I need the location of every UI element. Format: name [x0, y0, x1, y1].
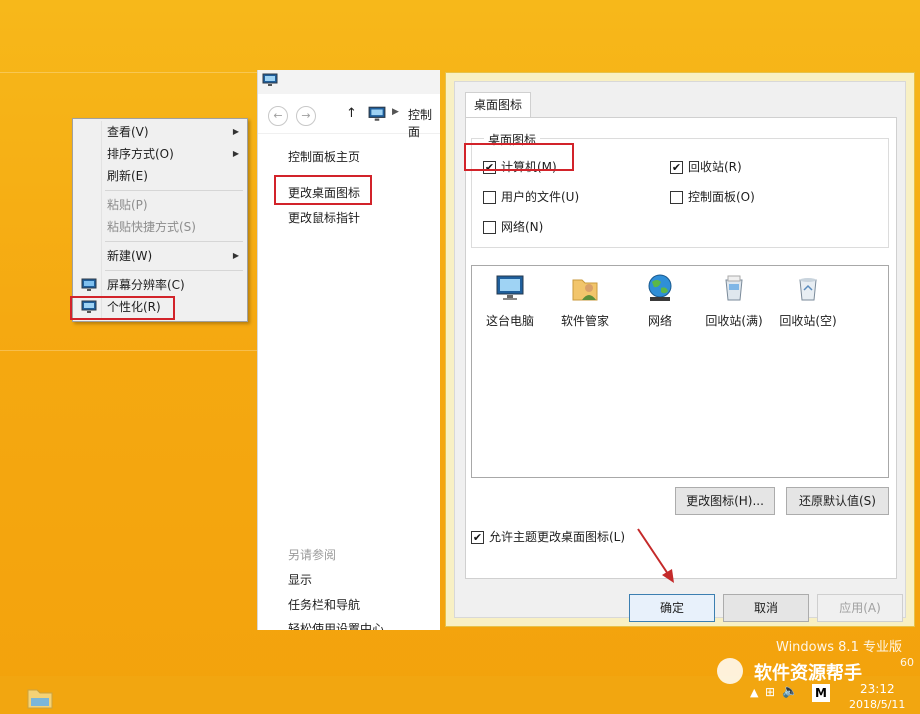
checkbox-box: [670, 191, 683, 204]
menu-item-screen-resolution[interactable]: 屏幕分辨率(C): [75, 274, 247, 296]
icon-label: 网络: [647, 314, 672, 328]
user-folder-icon: [572, 279, 598, 301]
os-build-watermark: 60: [900, 656, 914, 669]
wechat-logo-icon: [717, 658, 743, 684]
menu-item-label: 查看(V): [107, 125, 149, 139]
menu-item-label: 刷新(E): [107, 169, 148, 183]
icon-item-user-folder[interactable]: 软件管家: [549, 272, 621, 329]
icon-list: 这台电脑 软件管家 网络 回收站(满) 回收站(空): [471, 265, 889, 478]
network-icon: [648, 274, 672, 301]
icon-item-recycle-full[interactable]: 回收站(满): [698, 272, 770, 329]
desktop-line: [0, 350, 257, 351]
submenu-arrow-icon: ▶: [232, 127, 239, 136]
icon-item-this-pc[interactable]: 这台电脑: [474, 272, 546, 329]
submenu-arrow-icon: ▶: [232, 149, 239, 158]
checkbox-label: 网络(N): [501, 220, 544, 234]
menu-separator: [105, 270, 243, 271]
tray-up-arrow-icon[interactable]: ▲: [750, 686, 758, 699]
annotation-arrow-icon: [637, 528, 674, 583]
control-panel-icon: [368, 106, 386, 121]
clock-date[interactable]: 2018/5/11: [849, 698, 905, 711]
recycle-bin-empty-icon: [799, 278, 817, 301]
change-icon-button[interactable]: 更改图标(H)...: [675, 487, 775, 515]
menu-item-paste[interactable]: 粘贴(P): [75, 194, 247, 216]
tray-ime-icon[interactable]: M: [812, 684, 830, 702]
checkbox-network[interactable]: 网络(N): [483, 218, 543, 236]
highlight-computer-checkbox: [464, 143, 574, 171]
restore-default-button[interactable]: 还原默认值(S): [786, 487, 889, 515]
file-explorer-icon[interactable]: [26, 684, 54, 710]
menu-item-view[interactable]: 查看(V) ▶: [75, 121, 247, 143]
icon-label: 回收站(空): [779, 314, 837, 328]
brand-watermark: 软件资源帮手: [754, 663, 862, 684]
icon-item-recycle-empty[interactable]: 回收站(空): [772, 272, 844, 329]
address-bar: ← → ↑ ▶ 控制面: [258, 94, 440, 139]
os-version-watermark: Windows 8.1 专业版: [776, 640, 902, 655]
icon-label: 回收站(满): [705, 314, 763, 328]
monitor-icon: [81, 278, 97, 291]
checkbox-label: 控制面板(O): [688, 190, 755, 204]
up-icon[interactable]: ↑: [346, 106, 357, 121]
highlight-personalize: [70, 296, 175, 320]
menu-item-label: 粘贴快捷方式(S): [107, 220, 196, 234]
checkbox-check-icon: ✔: [471, 531, 484, 544]
link-taskbar-navigation[interactable]: 任务栏和导航: [288, 596, 360, 613]
desktop-context-menu: 查看(V) ▶ 排序方式(O) ▶ 刷新(E) 粘贴(P) 粘贴快捷方式(S) …: [72, 118, 248, 322]
this-pc-icon: [496, 275, 524, 300]
forward-button[interactable]: →: [296, 106, 316, 126]
checkbox-label: 用户的文件(U): [501, 190, 580, 204]
menu-item-sort[interactable]: 排序方式(O) ▶: [75, 143, 247, 165]
desktop-line: [0, 72, 257, 73]
checkbox-box: [483, 221, 496, 234]
menu-item-paste-shortcut[interactable]: 粘贴快捷方式(S): [75, 216, 247, 238]
menu-separator: [105, 241, 243, 242]
menu-item-label: 新建(W): [107, 249, 153, 263]
window-app-icon: [262, 73, 278, 86]
icon-label: 软件管家: [560, 314, 609, 328]
tray-volume-icon[interactable]: 🔈: [782, 684, 798, 699]
back-button[interactable]: ←: [268, 106, 288, 126]
menu-item-label: 粘贴(P): [107, 198, 148, 212]
link-change-mouse-pointer[interactable]: 更改鼠标指针: [288, 209, 360, 226]
checkbox-user-files[interactable]: 用户的文件(U): [483, 188, 579, 206]
checkbox-control-panel[interactable]: 控制面板(O): [670, 188, 755, 206]
icon-label: 这台电脑: [485, 314, 534, 328]
menu-item-label: 排序方式(O): [107, 147, 174, 161]
checkbox-label: 回收站(R): [688, 160, 742, 174]
menu-item-new[interactable]: 新建(W) ▶: [75, 245, 247, 267]
clock-time[interactable]: 23:12: [860, 682, 895, 696]
apply-button[interactable]: 应用(A): [817, 594, 903, 622]
breadcrumb[interactable]: 控制面: [408, 106, 440, 140]
recycle-bin-full-icon: [725, 275, 743, 301]
tab-desktop-icons[interactable]: 桌面图标: [465, 92, 531, 118]
window-titlebar: [258, 70, 440, 94]
tray-network-icon[interactable]: ⊞: [765, 685, 775, 699]
personalization-window: ← → ↑ ▶ 控制面 控制面板主页 更改桌面图标 更改鼠标指针 另请参阅 显示…: [257, 70, 440, 630]
see-also-heading: 另请参阅: [288, 548, 337, 562]
ok-button[interactable]: 确定: [629, 594, 715, 622]
breadcrumb-chevron-icon: ▶: [392, 107, 399, 117]
menu-item-label: 屏幕分辨率(C): [107, 278, 185, 292]
highlight-change-desktop-icons: [274, 175, 372, 205]
checkbox-check-icon: ✔: [670, 161, 683, 174]
checkbox-label: 允许主题更改桌面图标(L): [489, 530, 626, 544]
menu-item-refresh[interactable]: 刷新(E): [75, 165, 247, 187]
checkbox-box: [483, 191, 496, 204]
link-ease-of-access[interactable]: 轻松使用设置中心: [288, 620, 384, 630]
submenu-arrow-icon: ▶: [232, 251, 239, 260]
icon-item-network[interactable]: 网络: [624, 272, 696, 329]
link-display[interactable]: 显示: [288, 571, 312, 588]
checkbox-recycle-bin[interactable]: ✔ 回收站(R): [670, 158, 742, 176]
menu-separator: [105, 190, 243, 191]
link-control-panel-home[interactable]: 控制面板主页: [288, 148, 360, 165]
cancel-button[interactable]: 取消: [723, 594, 809, 622]
checkbox-allow-themes[interactable]: ✔ 允许主题更改桌面图标(L): [471, 528, 625, 546]
